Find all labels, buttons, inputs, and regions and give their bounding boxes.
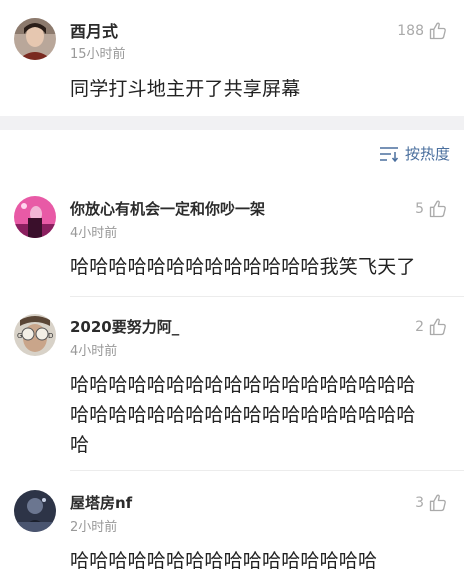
comment-username[interactable]: 屋塔房nf [70,492,132,513]
comment-line: 哈哈哈哈哈哈哈哈哈哈哈哈哈哈哈哈哈哈 [70,404,416,426]
avatar-image [14,18,56,60]
comment-like-count: 3 [415,495,424,511]
sort-button[interactable]: 按热度 [379,143,450,164]
post-username[interactable]: 酉月式 [70,18,118,42]
comment-like-count: 5 [415,201,424,217]
post-like-count: 188 [397,23,424,39]
comment-time: 4小时前 [70,344,118,359]
comment-like-count: 2 [415,319,424,335]
post-content: 同学打斗地主开了共享屏幕 [70,78,301,100]
comment-time: 4小时前 [70,226,118,241]
comment-content: 哈哈哈哈哈哈哈哈哈哈哈哈哈哈哈哈哈哈 哈哈哈哈哈哈哈哈哈哈哈哈哈哈哈哈哈哈 哈 [70,370,450,460]
avatar-image: G D [14,314,56,356]
comment-line: 哈哈哈哈哈哈哈哈哈哈哈哈哈我笑飞天了 [70,256,416,278]
svg-text:G: G [17,332,22,340]
avatar-image [14,490,56,532]
comment-time: 2小时前 [70,520,118,535]
comment-username[interactable]: 2020要努力阿_ [70,316,179,337]
section-divider [0,116,464,130]
comment-content: 哈哈哈哈哈哈哈哈哈哈哈哈哈哈哈哈 [70,546,377,576]
comment-separator [70,296,464,297]
avatar[interactable] [14,490,56,532]
comment-like-button[interactable]: 3 [415,492,448,514]
avatar[interactable] [14,196,56,238]
thumbs-up-icon [429,22,446,40]
post-time: 15小时前 [70,47,126,62]
comment-line: 哈哈哈哈哈哈哈哈哈哈哈哈哈哈哈哈哈哈 [70,374,416,396]
post-like-button[interactable]: 188 [397,20,448,42]
comment-content: 哈哈哈哈哈哈哈哈哈哈哈哈哈我笑飞天了 [70,252,416,282]
avatar[interactable] [14,18,56,60]
comment-separator [70,470,464,471]
comment-line: 哈哈哈哈哈哈哈哈哈哈哈哈哈哈哈哈 [70,550,378,572]
thumbs-up-icon [429,200,446,218]
sort-label: 按热度 [404,145,450,163]
avatar-image [14,196,56,238]
thumbs-up-icon [429,494,446,512]
sort-row: 按热度 [0,130,464,176]
comment-like-button[interactable]: 5 [415,198,448,220]
comment-line: 哈 [70,434,90,456]
avatar[interactable]: G D [14,314,56,356]
thumbs-up-icon [429,318,446,336]
svg-text:D: D [48,332,53,340]
sort-lines-icon [379,146,399,162]
comment-username[interactable]: 你放心有机会一定和你吵一架 [70,198,265,219]
top-post: 酉月式 15小时前 188 同学打斗地主开了共享屏幕 [0,0,464,116]
comment-like-button[interactable]: 2 [415,316,448,338]
